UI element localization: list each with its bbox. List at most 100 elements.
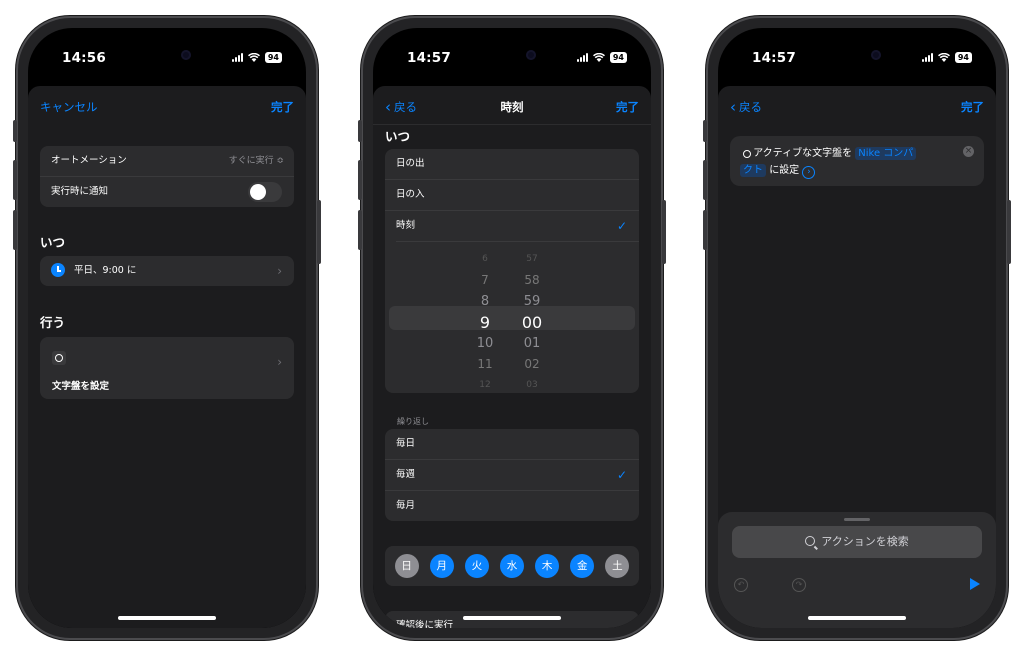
cancel-button[interactable]: キャンセル [40,99,98,115]
repeat-monthly[interactable]: 毎月 [385,490,639,521]
status-bar: 14:57 94 [373,28,651,82]
battery-icon: 94 [264,52,282,63]
hour-option: 6 [482,254,488,264]
action-search-panel: アクションを検索 ↶ ↷ [718,512,996,628]
back-label: 戻る [739,100,762,114]
remove-action-icon[interactable]: × [963,146,974,157]
search-placeholder: アクションを検索 [821,535,909,548]
hour-option: 12 [479,380,491,390]
redo-icon[interactable]: ↷ [792,578,806,592]
action-text: に設定 [769,165,800,176]
wifi-icon [937,53,950,62]
repeat-option-label: 毎週 [396,469,416,480]
hour-option: 7 [481,273,489,287]
minute-option: 03 [526,380,538,390]
battery-icon: 94 [954,52,972,63]
repeat-daily[interactable]: 毎日 [385,429,639,459]
action-card[interactable]: アクティブな文字盤を Nike コンパ クト に設定 › × [730,136,984,186]
automation-sheet: キャンセル 完了 オートメーション すぐに実行 ≎ 実行時に通知 いつ 平日、9… [28,86,306,628]
screen: 14:56 94 キャンセル 完了 オートメーション すぐに実行 ≎ 実行時に通… [28,28,306,628]
day-mon[interactable]: 月 [429,554,454,578]
action-search-input[interactable]: アクションを検索 [732,526,982,558]
editor-sheet: ‹ 戻る 完了 アクティブな文字盤を Nike コンパ クト に設定 › × アク… [718,86,996,628]
home-indicator[interactable] [463,616,561,620]
phone-time-picker: 14:57 94 ‹ 戻る 時刻 完了 いつ 日の出 日の入 時刻 ✓ 6 7 … [358,18,666,638]
notify-label: 実行時に通知 [51,186,109,197]
home-indicator[interactable] [808,616,906,620]
time-picker[interactable]: 6 7 8 9 10 11 12 57 58 59 00 01 02 03 [385,253,639,390]
done-button[interactable]: 完了 [271,99,294,115]
day-tue[interactable]: 火 [464,554,489,578]
dynamic-island [811,42,903,68]
status-time: 14:57 [407,50,451,66]
cellular-icon [921,53,933,62]
action-button [358,120,362,142]
done-button[interactable]: 完了 [616,99,639,115]
run-play-icon[interactable] [970,578,980,590]
hour-wheel[interactable]: 6 7 8 9 10 11 12 [465,249,505,393]
wifi-icon [247,53,260,62]
screen: 14:57 94 ‹ 戻る 時刻 完了 いつ 日の出 日の入 時刻 ✓ 6 7 … [373,28,651,628]
back-button[interactable]: ‹ 戻る [730,99,762,115]
action-text: アクティブな文字盤を [753,148,853,159]
hour-option: 11 [477,357,493,371]
day-fri[interactable]: 金 [570,554,595,578]
option-sunset[interactable]: 日の入 [385,179,639,210]
option-time[interactable]: 時刻 ✓ [385,210,639,241]
watch-face-token[interactable]: クト [740,164,766,177]
battery-icon: 94 [609,52,627,63]
when-value: 平日、9:00 に [74,265,137,276]
search-icon [805,536,819,550]
dynamic-island [121,42,213,68]
option-label: 時刻 [396,220,416,231]
day-sat[interactable]: 土 [605,554,630,578]
automation-row[interactable]: オートメーション すぐに実行 ≎ [40,146,294,176]
when-row[interactable]: 平日、9:00 に › [40,256,294,286]
hour-option: 9 [479,313,491,332]
repeat-weekly[interactable]: 毎週 ✓ [385,459,639,490]
nav-divider [373,124,651,125]
when-heading: いつ [40,235,66,250]
do-heading: 行う [40,315,66,330]
home-indicator[interactable] [118,616,216,620]
automation-settings-group: オートメーション すぐに実行 ≎ 実行時に通知 [40,146,294,207]
when-heading: いつ [385,129,411,144]
volume-down-button [13,210,17,250]
automation-label: オートメーション [51,155,127,166]
clock-icon [51,262,65,277]
status-time: 14:56 [62,50,106,66]
power-button [1007,200,1011,264]
watch-face-icon [52,351,66,365]
panel-grabber[interactable] [844,518,870,521]
minute-wheel[interactable]: 57 58 59 00 01 02 03 [512,249,552,393]
action-button [13,120,17,142]
power-button [662,200,666,264]
minute-option: 57 [526,254,538,264]
status-bar: 14:56 94 [28,28,306,82]
volume-up-button [703,160,707,200]
volume-down-button [703,210,707,250]
notify-toggle[interactable] [248,182,282,202]
nav-title: 時刻 [500,100,524,114]
cellular-icon [576,53,588,62]
phone-automation: 14:56 94 キャンセル 完了 オートメーション すぐに実行 ≎ 実行時に通… [13,18,321,638]
minute-option: 01 [523,336,541,351]
action-group[interactable]: 文字盤を設定 › [40,337,294,399]
minute-option: 58 [524,273,540,287]
day-sun[interactable]: 日 [394,554,419,578]
day-thu[interactable]: 木 [535,554,560,578]
status-time: 14:57 [752,50,796,66]
repeat-option-label: 毎月 [396,500,416,511]
confirm-label: 確認後に実行 [396,620,454,628]
done-button[interactable]: 完了 [961,99,984,115]
automation-value[interactable]: すぐに実行 ≎ [229,146,284,176]
chevron-left-icon: ‹ [730,98,736,116]
time-sheet: ‹ 戻る 時刻 完了 いつ 日の出 日の入 時刻 ✓ 6 7 8 9 10 11… [373,86,651,628]
expand-chevron-icon[interactable]: › [802,166,816,179]
option-sunrise[interactable]: 日の出 [385,149,639,179]
phone-action-editor: 14:57 94 ‹ 戻る 完了 アクティブな文字盤を Nike コンパ クト に… [703,18,1011,638]
undo-icon[interactable]: ↶ [734,578,748,592]
chevron-right-icon: › [277,264,282,278]
day-wed[interactable]: 水 [499,554,524,578]
watch-face-token[interactable]: Nike コンパ [855,147,917,160]
